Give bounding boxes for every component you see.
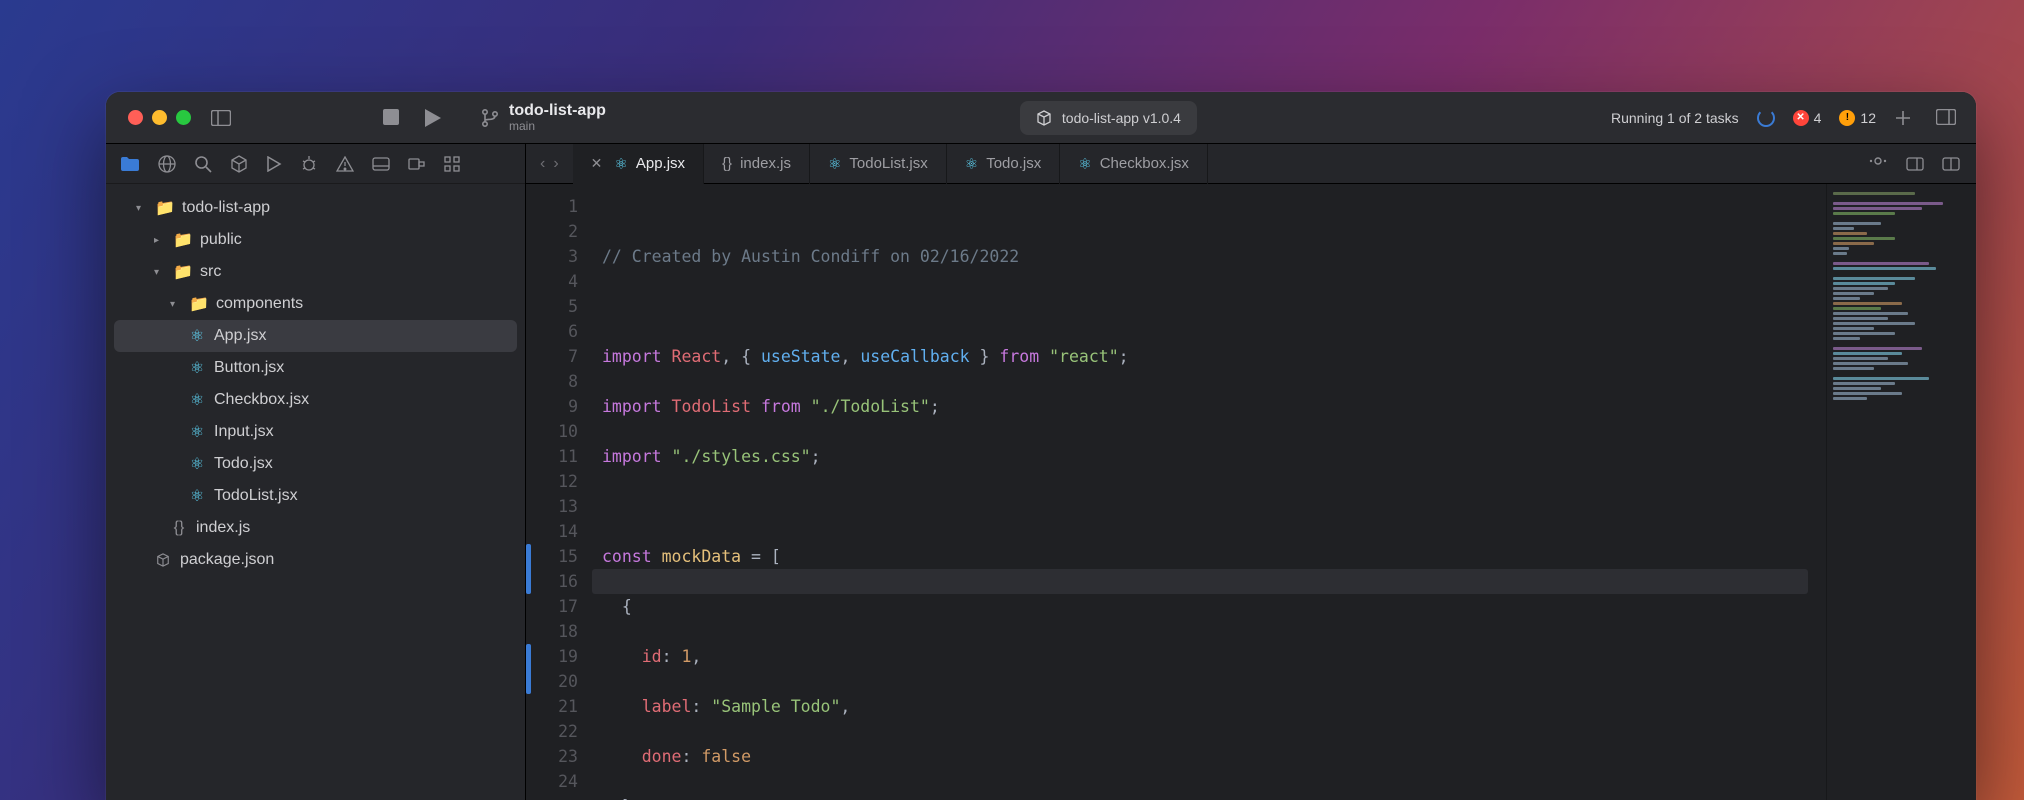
add-button[interactable]: [1894, 109, 1912, 127]
tree-file-input[interactable]: ⚛Input.jsx: [106, 416, 525, 448]
tree-folder-components[interactable]: ▾📁components: [106, 288, 525, 320]
tab-index[interactable]: {}index.js: [704, 144, 810, 184]
react-icon: ⚛: [188, 358, 206, 378]
toggle-right-panel-button[interactable]: [1936, 109, 1956, 127]
editor: ‹ › ✕⚛App.jsx {}index.js ⚛TodoList.jsx ⚛…: [526, 144, 1976, 800]
errors-badge[interactable]: ✕4: [1793, 110, 1822, 126]
package-icon: [1036, 110, 1052, 126]
react-icon: ⚛: [188, 390, 206, 410]
tasks-status: Running 1 of 2 tasks: [1611, 110, 1739, 126]
change-bar: [526, 184, 532, 800]
project-brand: todo-list-app main: [481, 102, 606, 133]
cube-icon[interactable]: [230, 155, 248, 173]
minimize-window-button[interactable]: [152, 110, 167, 125]
tree-root[interactable]: ▾📁todo-list-app: [106, 192, 525, 224]
tab-app[interactable]: ✕⚛App.jsx: [573, 144, 704, 184]
extensions-icon[interactable]: [408, 156, 426, 172]
react-icon: ⚛: [828, 155, 841, 173]
split-icon[interactable]: [1906, 157, 1924, 171]
react-icon: ⚛: [188, 326, 206, 346]
tree-file-button[interactable]: ⚛Button.jsx: [106, 352, 525, 384]
nav-forward-button[interactable]: ›: [553, 155, 558, 173]
titlebar-right-controls: [1894, 109, 1956, 127]
package-icon: [154, 553, 172, 567]
panel-icon[interactable]: [372, 157, 390, 171]
react-icon: ⚛: [965, 155, 978, 173]
project-title: todo-list-app: [509, 102, 606, 120]
minimap[interactable]: [1826, 184, 1976, 800]
sidebar-toolbar: [106, 144, 525, 184]
tree-folder-public[interactable]: ▸📁public: [106, 224, 525, 256]
branch-name: main: [509, 120, 606, 133]
js-icon: {}: [170, 519, 188, 537]
react-icon: ⚛: [188, 486, 206, 506]
react-icon: ⚛: [188, 454, 206, 474]
folder-icon: 📁: [174, 230, 192, 250]
status-right: Running 1 of 2 tasks ✕4 !12: [1611, 109, 1876, 127]
tab-strip: ‹ › ✕⚛App.jsx {}index.js ⚛TodoList.jsx ⚛…: [526, 144, 1976, 184]
build-status-pill[interactable]: todo-list-app v1.0.4: [1020, 101, 1197, 135]
run-icon[interactable]: [266, 156, 282, 172]
folder-icon: 📁: [156, 198, 174, 218]
line-gutter: 123456789101112131415161718192021222324: [532, 184, 592, 800]
warnings-badge[interactable]: !12: [1839, 110, 1876, 126]
play-button[interactable]: [425, 109, 441, 127]
tree-file-todolist[interactable]: ⚛TodoList.jsx: [106, 480, 525, 512]
nav-back-button[interactable]: ‹: [540, 155, 545, 173]
tree-file-app[interactable]: ⚛App.jsx: [114, 320, 517, 352]
build-version: todo-list-app v1.0.4: [1062, 110, 1181, 126]
branch-icon: [481, 108, 499, 128]
tree-file-checkbox[interactable]: ⚛Checkbox.jsx: [106, 384, 525, 416]
spinner-icon: [1757, 109, 1775, 127]
stop-button[interactable]: [383, 109, 399, 127]
titlebar: todo-list-app main todo-list-app v1.0.4 …: [106, 92, 1976, 144]
tree-folder-src[interactable]: ▾📁src: [106, 256, 525, 288]
ide-window: todo-list-app main todo-list-app v1.0.4 …: [106, 92, 1976, 800]
search-icon[interactable]: [194, 155, 212, 173]
code-content[interactable]: // Created by Austin Condiff on 02/16/20…: [592, 184, 1826, 800]
tab-todo[interactable]: ⚛Todo.jsx: [947, 144, 1060, 184]
debug-icon[interactable]: [300, 155, 318, 173]
grid-icon[interactable]: [444, 156, 460, 172]
tab-todolist[interactable]: ⚛TodoList.jsx: [810, 144, 947, 184]
zoom-window-button[interactable]: [176, 110, 191, 125]
explorer-icon[interactable]: [120, 156, 140, 172]
layout-icon[interactable]: [1942, 157, 1960, 171]
react-icon: ⚛: [1078, 155, 1091, 173]
tree-file-todo[interactable]: ⚛Todo.jsx: [106, 448, 525, 480]
close-tab-icon[interactable]: ✕: [591, 155, 603, 172]
react-icon: ⚛: [188, 422, 206, 442]
tree-file-package[interactable]: package.json: [106, 544, 525, 576]
react-icon: ⚛: [614, 155, 627, 173]
code-area[interactable]: 123456789101112131415161718192021222324 …: [526, 184, 1976, 800]
window-controls: [128, 110, 191, 125]
current-line-highlight: [592, 569, 1808, 594]
globe-icon[interactable]: [158, 155, 176, 173]
close-window-button[interactable]: [128, 110, 143, 125]
run-controls: [383, 109, 441, 127]
tab-checkbox[interactable]: ⚛Checkbox.jsx: [1060, 144, 1208, 184]
folder-icon: 📁: [190, 294, 208, 314]
folder-icon: 📁: [174, 262, 192, 282]
js-icon: {}: [722, 155, 732, 172]
tree-file-index[interactable]: {}index.js: [106, 512, 525, 544]
file-tree: ▾📁todo-list-app ▸📁public ▾📁src ▾📁compone…: [106, 184, 525, 584]
more-icon[interactable]: [1868, 157, 1888, 171]
warning-icon[interactable]: [336, 156, 354, 172]
sidebar: ▾📁todo-list-app ▸📁public ▾📁src ▾📁compone…: [106, 144, 526, 800]
toggle-sidebar-button[interactable]: [209, 106, 233, 130]
